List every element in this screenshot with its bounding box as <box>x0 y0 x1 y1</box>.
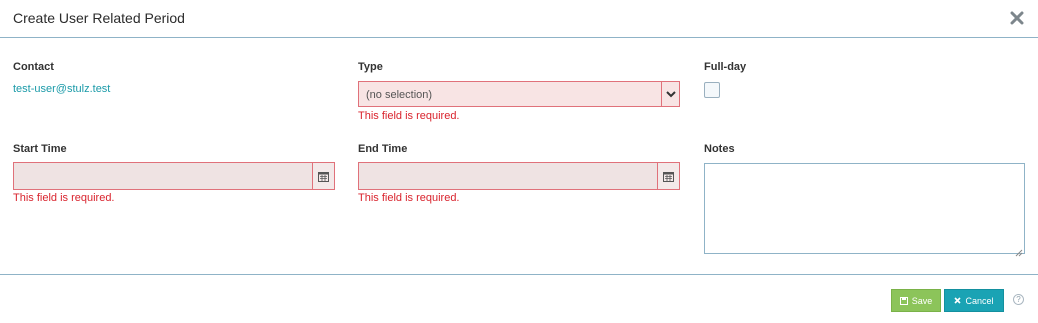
notes-textarea[interactable] <box>704 163 1025 257</box>
modal-header: Create User Related Period <box>0 0 1038 38</box>
calendar-icon[interactable] <box>657 163 679 189</box>
contact-value[interactable]: test-user@stulz.test <box>13 83 110 95</box>
cancel-button-label: Cancel <box>965 295 994 306</box>
end-time-error: This field is required. <box>358 192 460 204</box>
modal-title: Create User Related Period <box>13 10 185 26</box>
calendar-icon[interactable] <box>312 163 334 189</box>
full-day-checkbox[interactable] <box>704 82 720 98</box>
end-time-input[interactable] <box>358 162 680 190</box>
end-time-label: End Time <box>358 143 408 155</box>
start-time-input[interactable] <box>13 162 335 190</box>
floppy-icon <box>899 296 908 305</box>
full-day-label: Full-day <box>704 61 747 73</box>
close-icon[interactable] <box>1010 11 1024 25</box>
chevron-down-icon[interactable] <box>661 82 679 106</box>
contact-label: Contact <box>13 61 54 73</box>
footer-divider <box>0 274 1038 275</box>
start-time-error: This field is required. <box>13 192 115 204</box>
cancel-button[interactable]: Cancel <box>944 289 1004 312</box>
type-select[interactable]: (no selection) <box>358 81 680 107</box>
save-button[interactable]: Save <box>891 289 941 312</box>
save-button-label: Save <box>911 295 933 306</box>
help-icon[interactable]: ? <box>1013 294 1024 305</box>
close-icon <box>954 297 962 304</box>
start-time-label: Start Time <box>13 143 67 155</box>
notes-label: Notes <box>704 143 735 155</box>
resize-grip-icon[interactable] <box>1015 244 1023 257</box>
type-select-value: (no selection) <box>366 89 433 101</box>
type-error: This field is required. <box>358 110 460 122</box>
type-label: Type <box>358 61 383 73</box>
